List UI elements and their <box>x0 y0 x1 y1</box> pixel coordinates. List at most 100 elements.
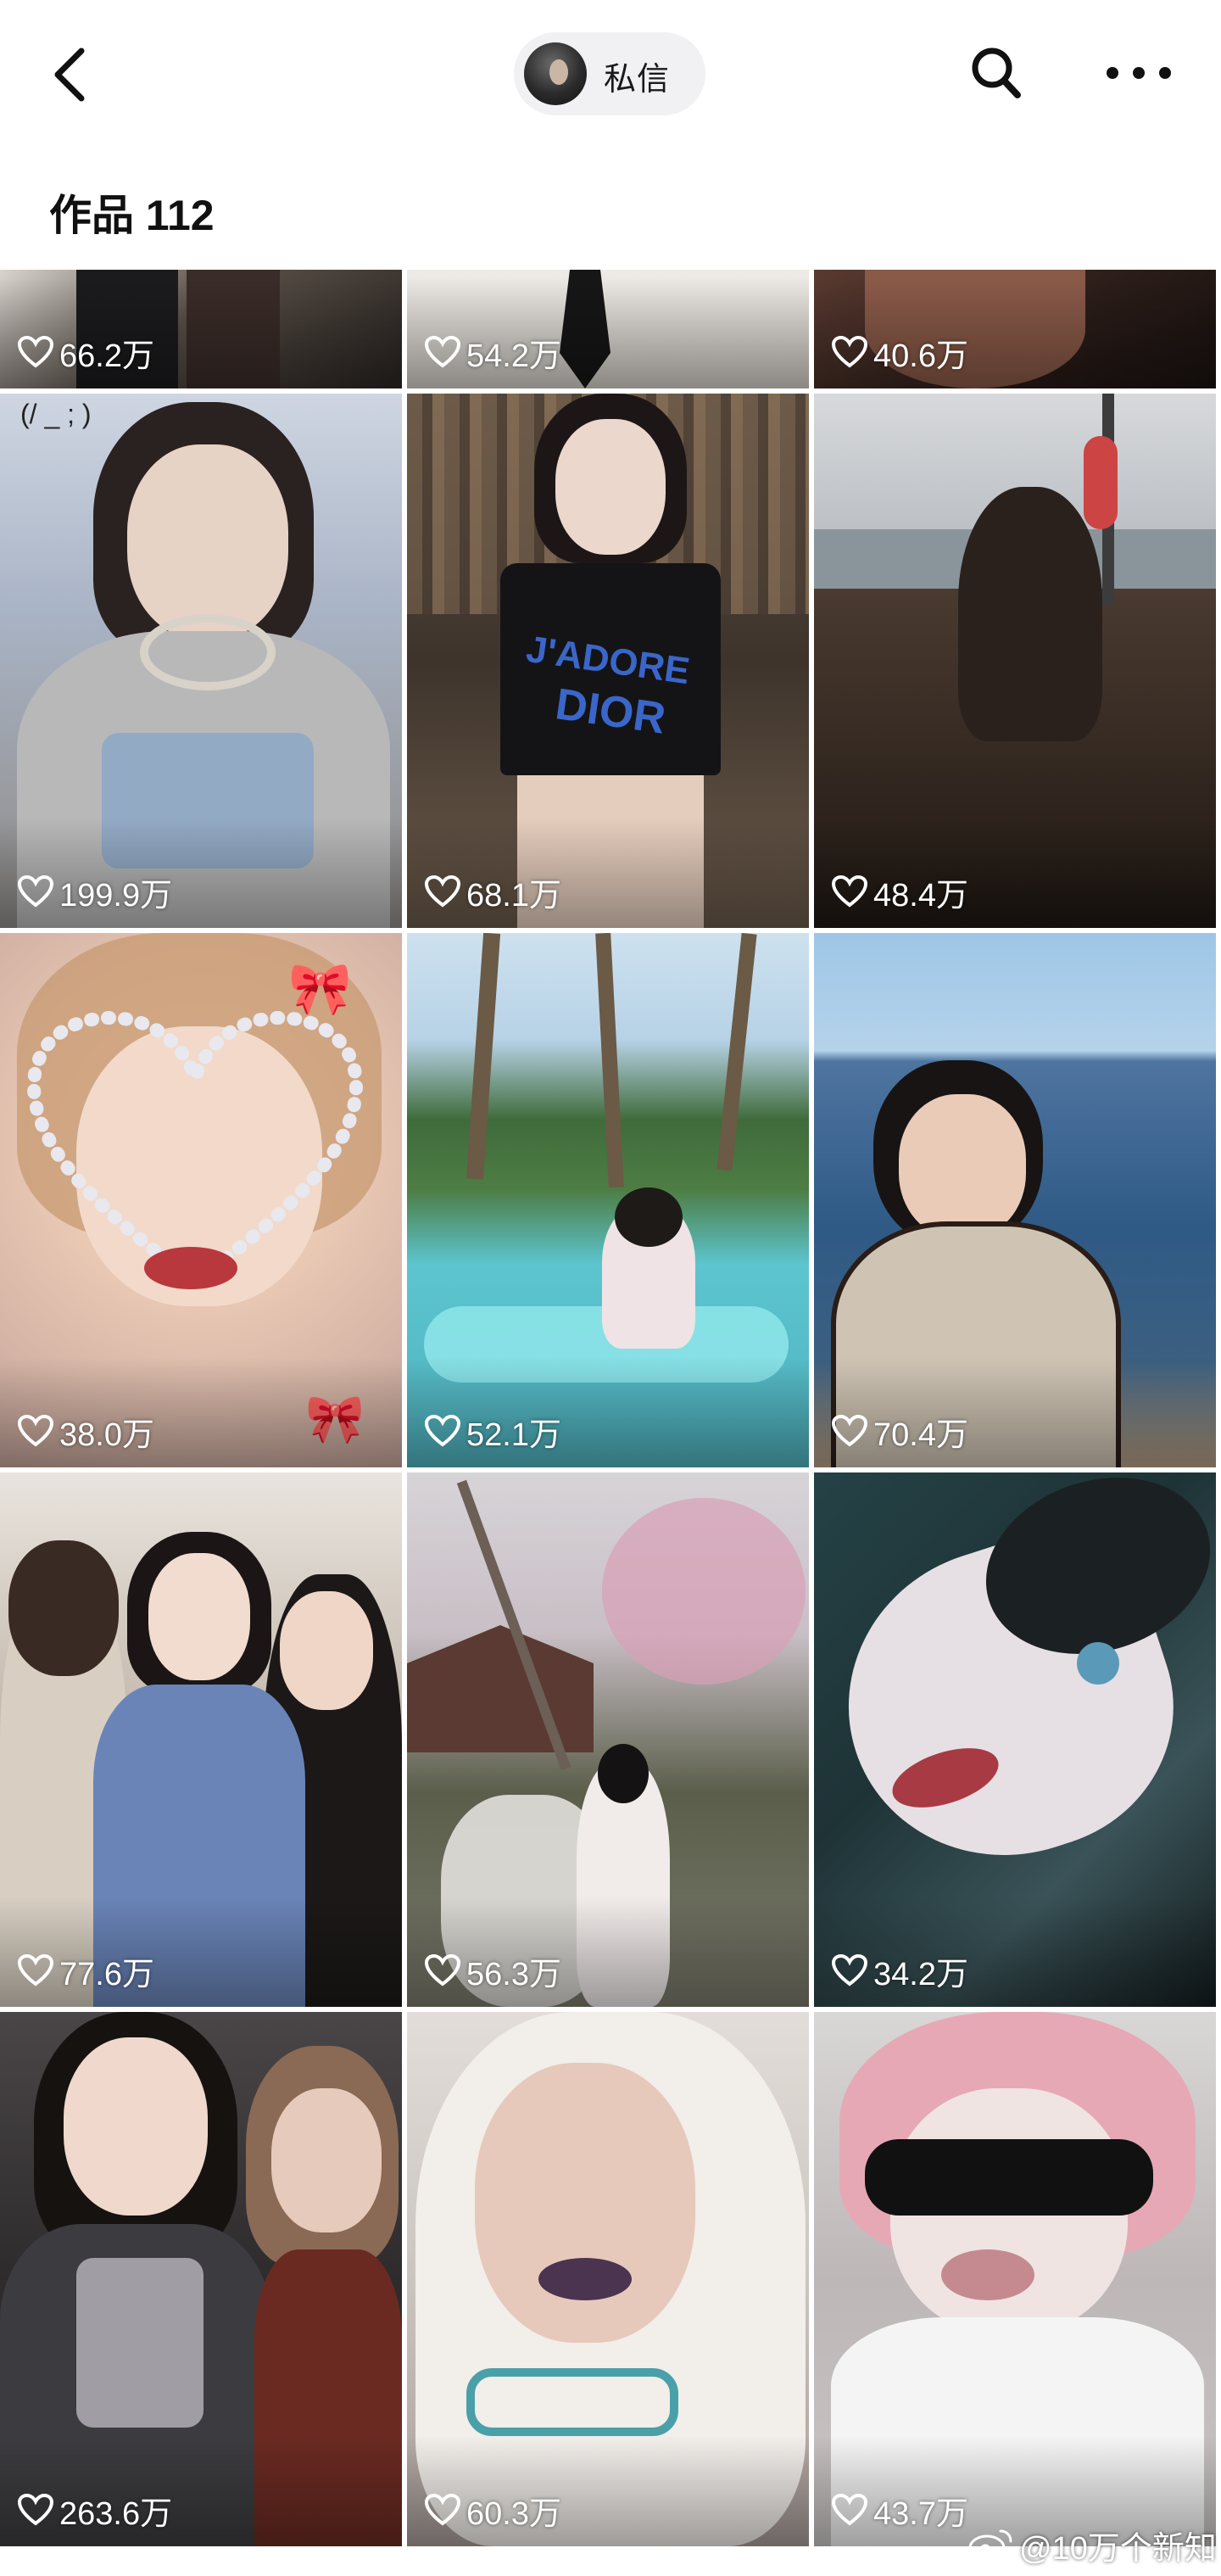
like-count-text: 199.9万 <box>59 877 173 914</box>
video-tile[interactable]: 40.6万 <box>814 270 1216 388</box>
like-count: 48.4万 <box>831 870 968 914</box>
video-tile[interactable]: 263.6万 <box>0 2012 402 2546</box>
top-bar: 私信 <box>0 0 1221 148</box>
person-face-shape <box>899 1094 1026 1238</box>
like-count: 43.7万 <box>831 2489 968 2532</box>
palm-tree-shape <box>466 933 501 1180</box>
person-face-shape <box>271 2088 382 2232</box>
person-face-shape <box>280 1591 373 1710</box>
sunglasses-shape <box>865 2139 1153 2216</box>
like-count-text: 70.4万 <box>873 1417 968 1453</box>
video-tile[interactable]: 🎀 🎀 38.0万 <box>0 933 402 1467</box>
heart-icon <box>17 335 54 368</box>
person-face-shape <box>64 2037 208 2216</box>
person-face-shape <box>555 419 666 555</box>
more-button[interactable] <box>1102 53 1175 93</box>
heart-icon <box>831 1414 868 1447</box>
bow-icon: 🎀 <box>288 960 352 1017</box>
like-count: 263.6万 <box>17 2489 173 2532</box>
blossom-shape <box>602 1498 806 1685</box>
like-count-text: 43.7万 <box>873 2495 968 2532</box>
person-face-shape <box>475 2063 695 2343</box>
like-count: 199.9万 <box>17 870 173 914</box>
like-count-text: 56.3万 <box>466 1956 561 1992</box>
like-count: 54.2万 <box>424 331 561 374</box>
search-button[interactable] <box>968 42 1024 102</box>
heart-icon <box>17 2493 54 2526</box>
video-tile[interactable]: 70.4万 <box>814 933 1216 1467</box>
like-count-text: 54.2万 <box>466 338 561 374</box>
heart-icon <box>17 874 54 908</box>
like-count: 38.0万 <box>17 1410 154 1453</box>
video-tile[interactable]: 60.3万 <box>407 2012 809 2546</box>
heart-icon <box>831 2493 868 2526</box>
sign-shape <box>1084 436 1118 529</box>
video-tile[interactable]: 66.2万 <box>0 270 402 388</box>
pavilion-shape <box>407 1625 594 1752</box>
video-tile[interactable]: 43.7万 <box>814 2012 1216 2546</box>
like-count-text: 68.1万 <box>466 877 561 914</box>
lips-shape <box>538 2258 632 2300</box>
eye-shape <box>1077 1642 1119 1685</box>
person-hair-shape <box>8 1540 119 1676</box>
heart-icon <box>424 1953 461 1986</box>
like-count: 56.3万 <box>424 1949 561 1992</box>
choker-shape <box>466 2368 678 2436</box>
heart-icon <box>17 1414 54 1447</box>
video-tile[interactable]: J'ADORE DIOR 68.1万 <box>407 394 809 928</box>
like-count-text: 60.3万 <box>466 2495 561 2532</box>
like-count-text: 263.6万 <box>59 2495 173 2532</box>
heart-icon <box>831 1953 868 1986</box>
person-hair-shape <box>615 1187 683 1247</box>
like-count: 77.6万 <box>17 1949 154 1992</box>
direct-message-label: 私信 <box>604 62 671 98</box>
chevron-left-icon <box>54 47 85 102</box>
avatar <box>524 42 587 105</box>
like-count: 68.1万 <box>424 870 561 914</box>
like-count: 60.3万 <box>424 2489 561 2532</box>
like-count-text: 52.1万 <box>466 1417 561 1453</box>
like-count-text: 40.6万 <box>873 338 968 374</box>
like-count-text: 38.0万 <box>59 1417 154 1453</box>
person-face-shape <box>127 444 288 640</box>
palm-tree-shape <box>716 933 757 1171</box>
video-tile[interactable]: (/ _ ; ) 199.9万 <box>0 394 402 928</box>
video-tile[interactable]: 56.3万 <box>407 1472 809 2007</box>
tile-overlay-text: (/ _ ; ) <box>20 399 92 429</box>
back-button[interactable] <box>44 41 103 109</box>
headphones-shape <box>140 614 276 690</box>
direct-message-button[interactable]: 私信 <box>514 32 705 115</box>
video-tile[interactable]: 48.4万 <box>814 394 1216 928</box>
like-count: 40.6万 <box>831 331 968 374</box>
scarf-shape <box>76 2258 204 2428</box>
heart-icon <box>17 1953 54 1986</box>
like-count-text: 77.6万 <box>59 1956 154 1992</box>
weibo-icon <box>968 2529 1012 2562</box>
watermark: @10万个新知 <box>967 2519 1217 2570</box>
like-count: 66.2万 <box>17 331 154 374</box>
like-count: 52.1万 <box>424 1410 561 1453</box>
like-count-text: 34.2万 <box>873 1956 968 1992</box>
heart-icon <box>424 2493 461 2526</box>
video-tile[interactable]: 54.2万 <box>407 270 809 388</box>
video-tile[interactable]: 77.6万 <box>0 1472 402 2007</box>
person-shape <box>958 487 1102 741</box>
video-tile[interactable]: 34.2万 <box>814 1472 1216 2007</box>
watermark-text: @10万个新知 <box>1019 2530 1217 2567</box>
person-face-shape <box>148 1553 250 1680</box>
works-count-title: 作品 112 <box>49 192 215 239</box>
heart-icon <box>424 335 461 368</box>
heart-icon <box>424 1414 461 1447</box>
heart-icon <box>424 874 461 908</box>
video-tile[interactable]: 52.1万 <box>407 933 809 1467</box>
more-horizontal-icon <box>1107 67 1171 79</box>
like-count-text: 66.2万 <box>59 338 154 374</box>
person-hair-shape <box>598 1744 649 1803</box>
palm-tree-shape <box>595 933 624 1188</box>
like-count-text: 48.4万 <box>873 877 968 914</box>
lips-shape <box>941 2249 1034 2300</box>
heart-icon <box>831 335 868 368</box>
like-count: 70.4万 <box>831 1410 968 1453</box>
like-count: 34.2万 <box>831 1949 968 1992</box>
search-icon <box>972 47 1021 98</box>
